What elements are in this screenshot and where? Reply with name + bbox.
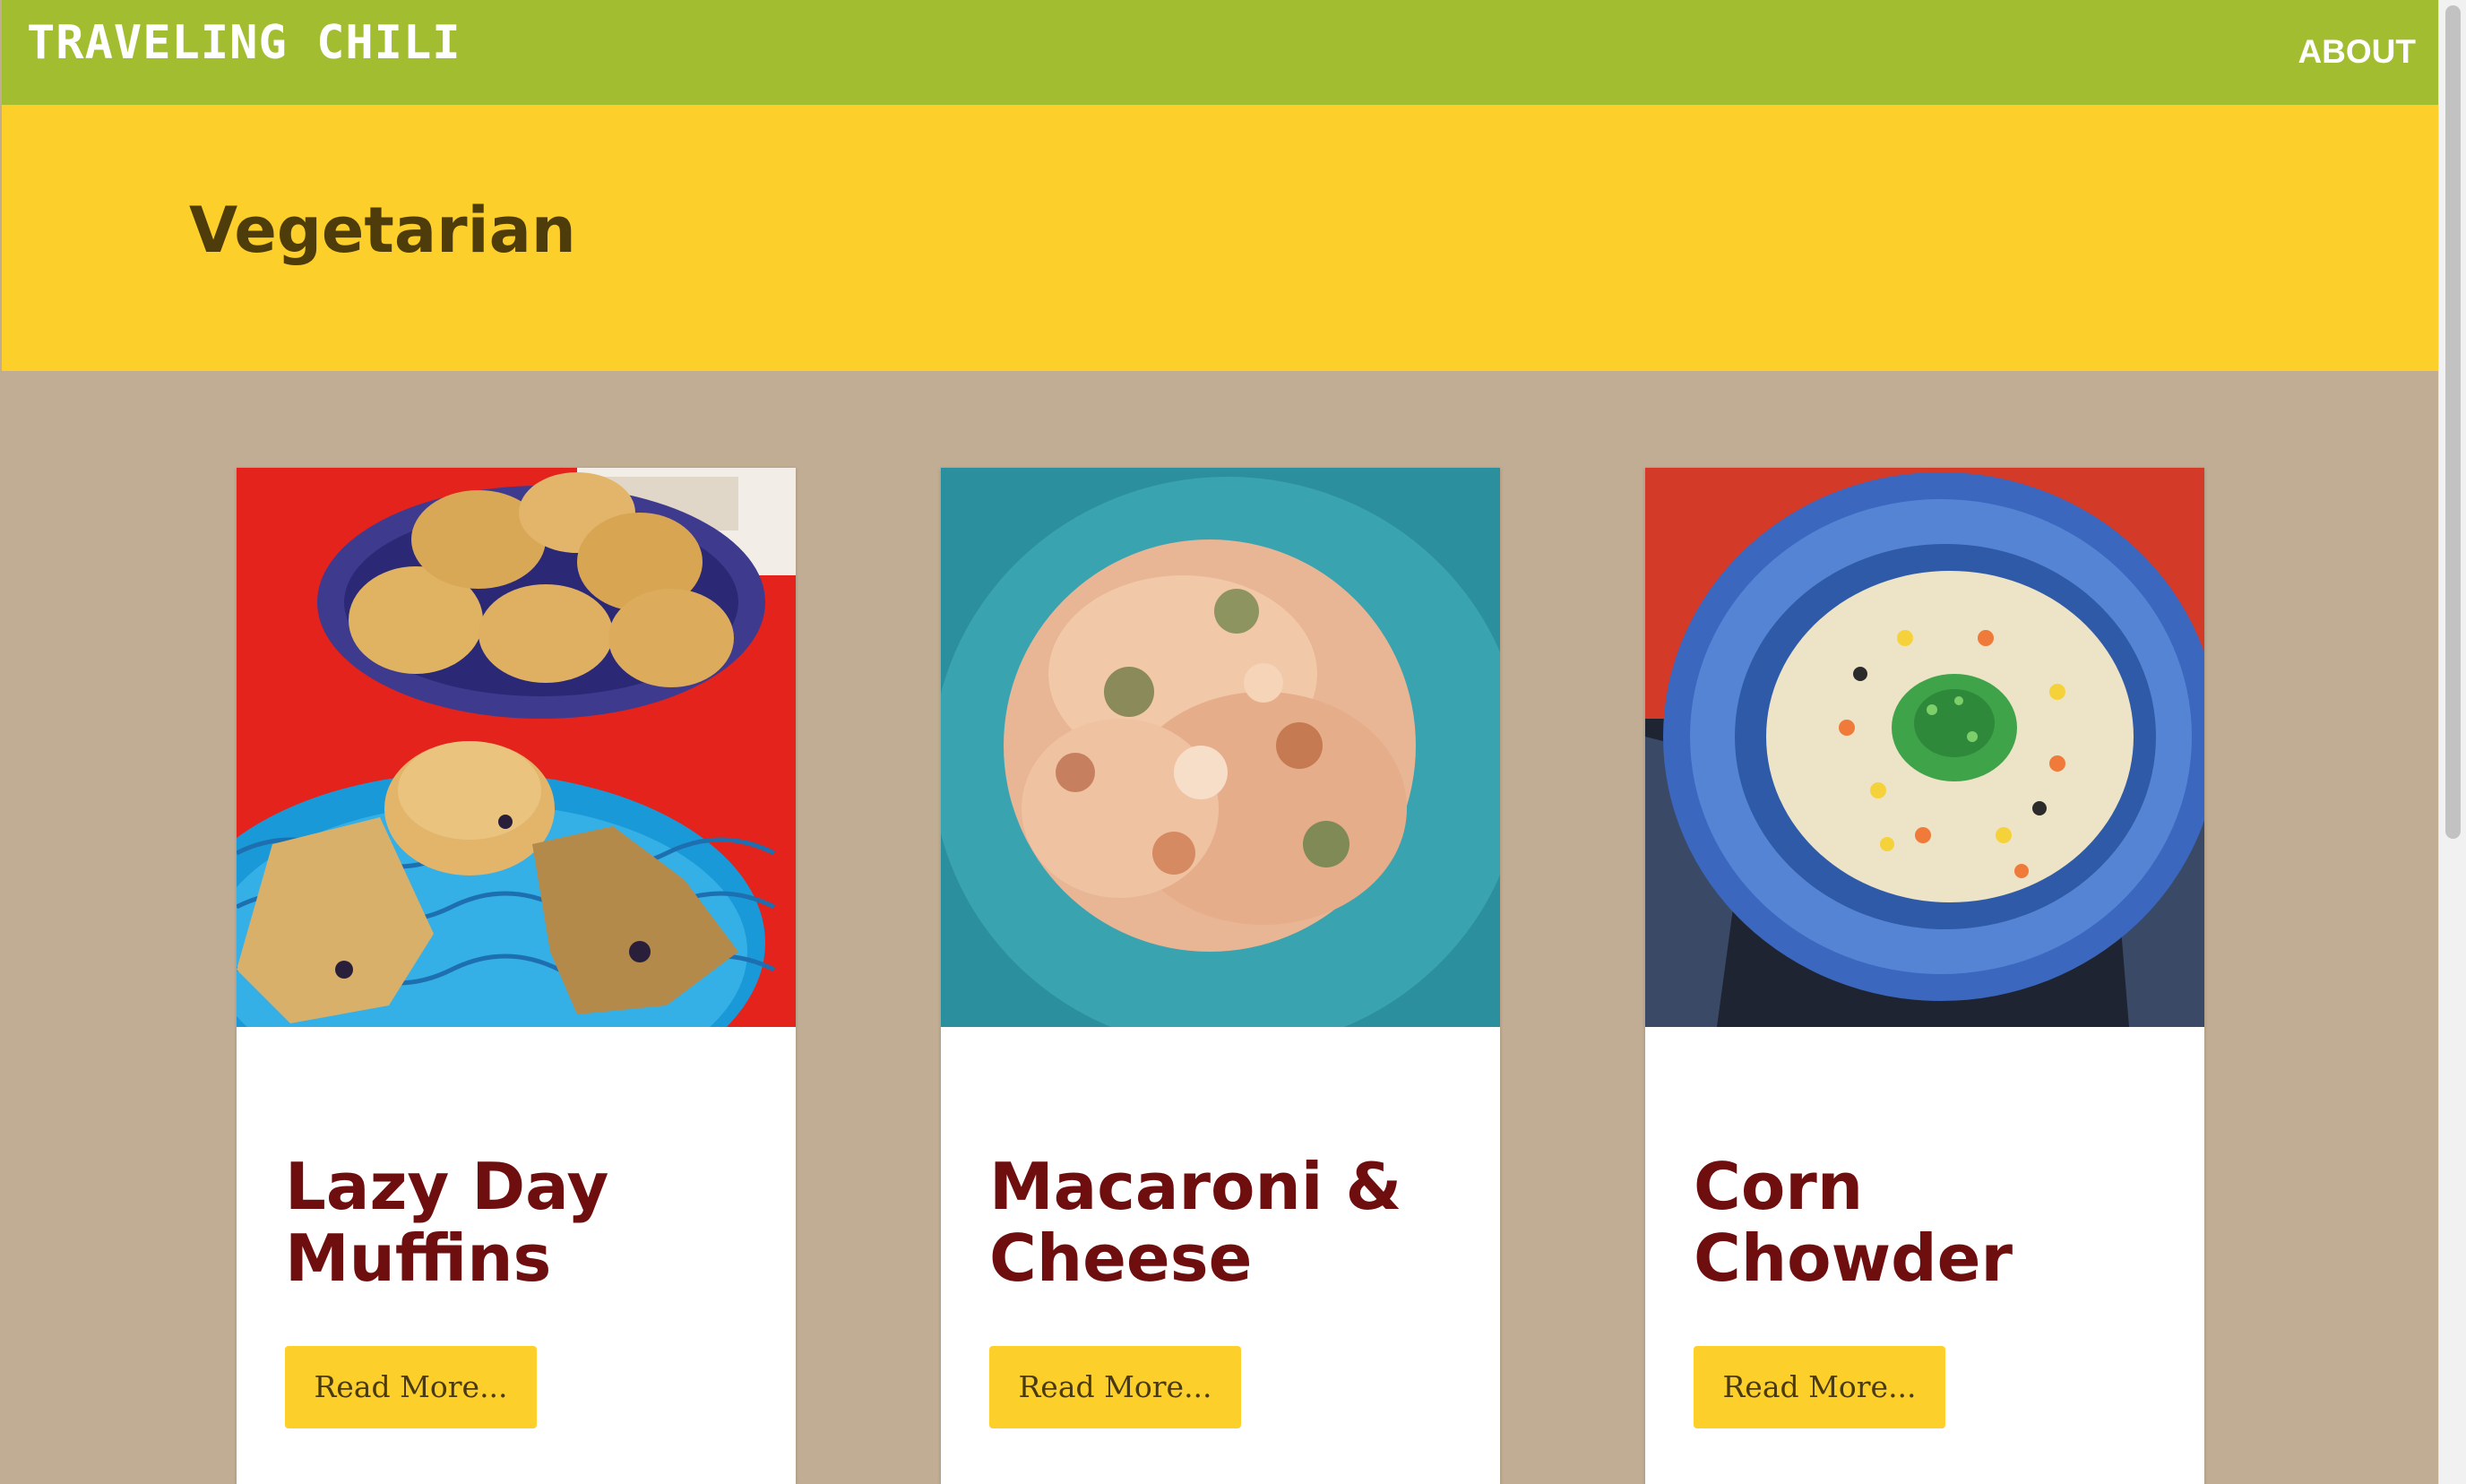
muffins-image [237,468,796,1027]
post-title[interactable]: Corn Chowder [1694,1151,2177,1294]
scrollbar-thumb[interactable] [2445,5,2461,839]
post-title[interactable]: Lazy Day Muffins [285,1151,769,1294]
page-title: Vegetarian [189,194,576,267]
post-title[interactable]: Macaroni & Cheese [989,1151,1473,1294]
site-header: TRAVELING CHILI ABOUT [2,0,2439,105]
post-card-lazy-day-muffins: Lazy Day Muffins Read More... [237,468,796,1484]
post-card-macaroni-cheese: Macaroni & Cheese Read More... [941,468,1500,1484]
category-banner: Vegetarian [2,105,2439,371]
read-more-button[interactable]: Read More... [989,1346,1241,1428]
site-title-link[interactable]: TRAVELING CHILI [27,16,461,70]
vertical-scrollbar[interactable] [2438,0,2466,1484]
nav-about-link[interactable]: ABOUT [2298,32,2416,72]
corn-chowder-photo[interactable] [1645,468,2204,1027]
post-card-corn-chowder: Corn Chowder Read More... [1645,468,2204,1484]
muffins-photo[interactable] [237,468,796,1027]
read-more-button[interactable]: Read More... [285,1346,537,1428]
read-more-button[interactable]: Read More... [1694,1346,1945,1428]
macaroni-image [941,468,1500,1027]
macaroni-photo[interactable] [941,468,1500,1027]
corn-chowder-image [1645,468,2204,1027]
page: TRAVELING CHILI ABOUT Vegetarian Lazy Da… [2,0,2439,1484]
